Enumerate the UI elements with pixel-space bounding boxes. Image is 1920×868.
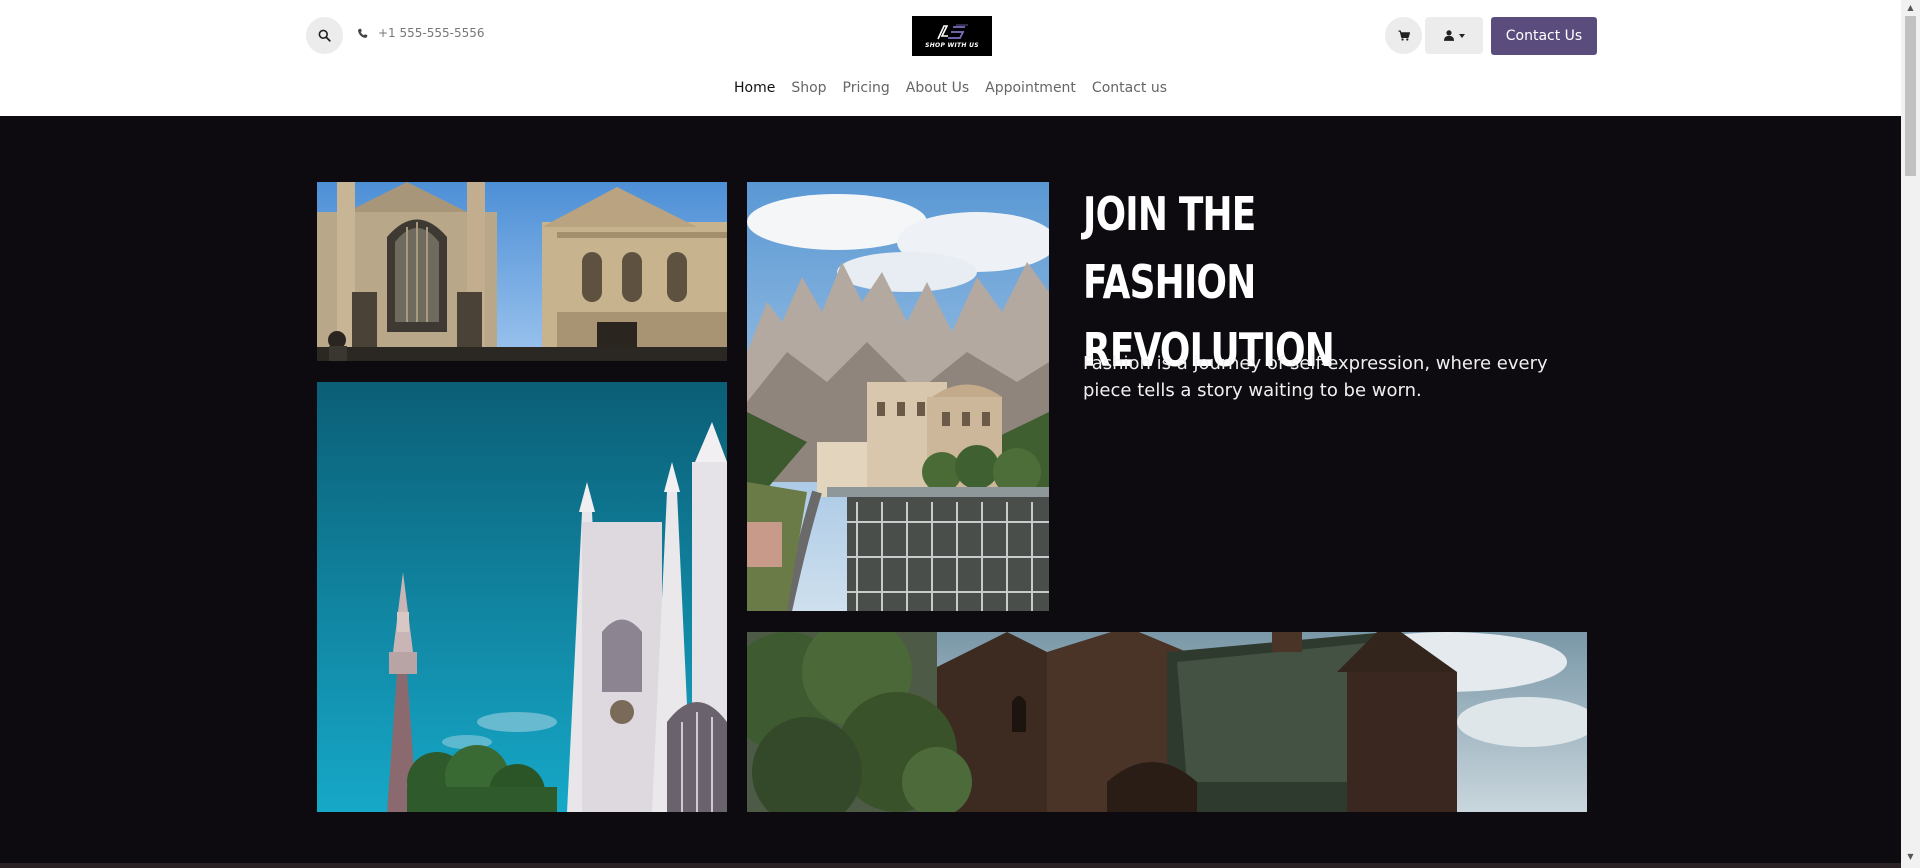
site-header: +1 555-555-5556 SHOP WITH US Contact Us … (0, 0, 1901, 116)
nav-item-contact-us[interactable]: Contact us (1092, 80, 1167, 96)
westminster-abbey-photo (317, 382, 727, 812)
search-button[interactable] (306, 17, 343, 54)
contact-us-button[interactable]: Contact Us (1491, 17, 1597, 55)
site-logo[interactable]: SHOP WITH US (912, 16, 992, 56)
nav-item-shop[interactable]: Shop (791, 80, 826, 96)
stone-church-photo (747, 632, 1587, 812)
scroll-thumb[interactable] (1905, 16, 1916, 176)
user-menu-button[interactable] (1425, 17, 1483, 54)
main-nav: Home Shop Pricing About Us Appointment C… (0, 80, 1901, 96)
cart-button[interactable] (1385, 17, 1422, 54)
caret-down-icon (1458, 33, 1465, 38)
hero-text: Fashion is a journey of self-expression,… (1083, 353, 1548, 401)
phone-number: +1 555-555-5556 (378, 26, 485, 40)
logo-text: SHOP WITH US (925, 41, 979, 49)
scroll-up-arrow-icon[interactable]: ▲ (1906, 3, 1915, 12)
nav-item-about-us[interactable]: About Us (906, 80, 969, 96)
phone-link[interactable]: +1 555-555-5556 (357, 26, 485, 40)
phone-icon (358, 28, 368, 38)
nav-item-appointment[interactable]: Appointment (985, 80, 1076, 96)
user-icon (1443, 30, 1454, 41)
montserrat-monastery-photo (747, 182, 1049, 611)
logo-mark (937, 24, 968, 39)
cart-icon (1398, 30, 1410, 41)
scroll-down-arrow-icon[interactable]: ▼ (1906, 852, 1915, 861)
search-icon (318, 29, 331, 42)
page-scrollbar[interactable]: ▲ ▼ (1901, 0, 1920, 868)
section-divider (0, 863, 1901, 868)
nav-item-pricing[interactable]: Pricing (843, 80, 890, 96)
bath-abbey-photo (317, 182, 727, 361)
nav-item-home[interactable]: Home (734, 80, 775, 96)
